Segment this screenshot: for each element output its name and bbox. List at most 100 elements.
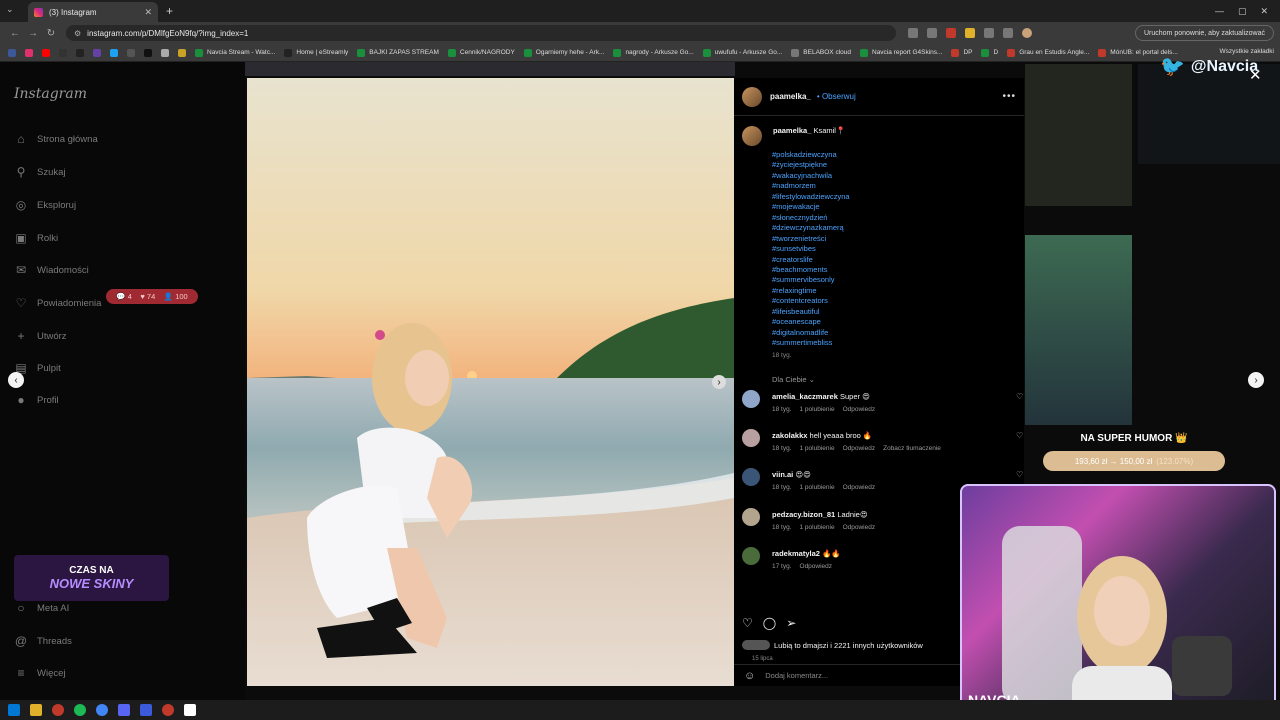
comment-like-icon[interactable]: ♡ [1016,470,1023,479]
comment-reply[interactable]: Odpowiedz [843,445,876,452]
commenter-avatar[interactable] [742,468,760,486]
minimize-icon[interactable]: — [1215,6,1224,17]
extension-icon[interactable] [946,28,956,38]
bookmark-icon[interactable] [178,48,186,57]
hashtag-link[interactable]: #lifeisbeautiful [772,307,850,317]
obs-icon[interactable] [162,704,174,716]
sidebar-item-meta-ai[interactable]: ○ Meta AI [14,601,69,615]
hashtag-link[interactable]: #tworzenietreści [772,234,850,244]
forward-icon[interactable]: → [24,28,42,39]
prev-post-arrow-icon[interactable]: ‹ [8,372,24,388]
bookmark-item[interactable]: BELABOX cloud [791,48,851,57]
next-post-arrow-icon[interactable]: › [1248,372,1264,388]
extension-icon[interactable] [927,28,937,38]
bookmark-icon[interactable] [144,48,152,57]
post-photo[interactable] [247,78,734,686]
comment-likes[interactable]: 1 polubienie [800,445,835,452]
profile-avatar-icon[interactable] [1022,28,1032,38]
bookmark-item[interactable]: Cennik/NAGRODY [447,48,515,57]
puzzle-icon[interactable] [1003,28,1013,38]
bookmark-icon[interactable] [76,48,84,57]
comment-likes[interactable]: 1 polubienie [800,406,835,413]
sidebar-item-home[interactable]: ⌂ Strona główna [14,132,97,146]
share-icon[interactable]: ➢ [786,616,796,630]
caption-username[interactable]: paamelka_ [773,126,811,135]
more-options-icon[interactable]: ••• [1002,91,1016,102]
relaunch-button[interactable]: Uruchom ponownie, aby zaktualizować [1134,25,1274,41]
opera-icon[interactable] [52,704,64,716]
tab-close-icon[interactable]: ✕ [144,7,152,18]
spotify-icon[interactable] [74,704,86,716]
site-info-icon[interactable]: ⚙ [74,29,81,38]
bookmark-icon[interactable] [25,48,33,57]
hashtag-link[interactable]: #dziewczynazkamerą [772,223,850,233]
hashtag-link[interactable]: #polskadziewczyna [772,150,850,160]
sidebar-item-avatar[interactable]: ● Profil [14,393,58,407]
capcut-icon[interactable] [184,704,196,716]
sidebar-item-threads[interactable]: @ Threads [14,634,72,648]
comment-like-icon[interactable]: ♡ [1016,392,1023,401]
extension-icon[interactable] [984,28,994,38]
comment-like-icon[interactable]: ♡ [1016,431,1023,440]
like-icon[interactable]: ♡ [742,616,753,630]
bookmark-item[interactable]: Grau en Estudis Angle... [1007,48,1089,57]
bookmark-icon[interactable] [110,48,118,57]
comment-icon[interactable]: ◯ [763,616,776,630]
comment-reply[interactable]: Odpowiedz [843,406,876,413]
start-icon[interactable] [8,704,20,716]
extension-icon[interactable] [908,28,918,38]
maximize-icon[interactable]: ▢ [1238,6,1247,17]
hashtag-link[interactable]: #lifestylowadziewczyna [772,192,850,202]
discord-icon[interactable] [118,704,130,716]
bookmark-item[interactable]: uwufufu - Arkusze Go... [702,48,782,57]
bookmark-icon[interactable] [59,48,67,57]
bookmark-item[interactable]: DP [951,48,972,57]
commenter-avatar[interactable] [742,508,760,526]
comment-reply[interactable]: Odpowiedz [843,484,876,491]
comment-reply[interactable]: Odpowiedz [800,563,833,570]
commenter-username[interactable]: amelia_kaczmarek [772,392,838,401]
sidebar-item-heart[interactable]: ♡ Powiadomienia [14,296,102,310]
bookmark-item[interactable]: D [981,48,998,57]
url-field[interactable]: ⚙ instagram.com/p/DMlfgEoN9fq/?img_index… [66,25,896,41]
commenter-avatar[interactable] [742,547,760,565]
follow-button[interactable]: • Obserwuj [817,92,856,101]
commenter-username[interactable]: pedzacy.bizon_81 [772,510,835,519]
instagram-logo[interactable]: Instagram [14,86,87,102]
hashtag-link[interactable]: #creatorslife [772,255,850,265]
commenter-username[interactable]: radekmatyla2 [772,549,820,558]
grid-thumbnail[interactable] [1025,64,1132,206]
back-icon[interactable]: ← [6,28,24,39]
emoji-icon[interactable]: ☺ [744,670,755,682]
bookmark-item[interactable]: BAJKI ZAPAS STREAM [357,48,439,57]
bookmark-icon[interactable] [161,48,169,57]
hashtag-link[interactable]: #summervibesonly [772,275,850,285]
sidebar-item-messenger[interactable]: ✉ Wiadomości [14,263,89,277]
chrome-icon[interactable] [96,704,108,716]
browser-tab[interactable]: (3) Instagram ✕ [28,2,158,22]
sidebar-item-menu[interactable]: ≡ Więcej [14,666,65,680]
comment-sort-dropdown[interactable]: Dla Ciebie ⌄ [772,375,815,384]
comment-likes[interactable]: 1 polubienie [800,524,835,531]
reload-icon[interactable]: ↻ [42,28,60,39]
hashtag-link[interactable]: #życiejestpiękne [772,160,850,170]
hashtag-link[interactable]: #oceanescape [772,317,850,327]
bookmark-item[interactable]: Home | eStreamly [284,48,348,57]
likes-summary[interactable]: Lubią to dmajszi i 2221 innych użytkowni… [742,640,923,650]
commenter-avatar[interactable] [742,429,760,447]
window-close-icon[interactable]: ✕ [1260,6,1268,17]
comment-extra[interactable]: Zobacz tłumaczenie [883,445,941,452]
app-icon[interactable] [140,704,152,716]
commenter-username[interactable]: zakolakkx [772,431,807,440]
bookmark-item[interactable]: Navcia Stream - Watc... [195,48,275,57]
bookmark-icon[interactable] [8,48,16,57]
caption-avatar[interactable] [742,126,762,146]
extension-icon[interactable] [965,28,975,38]
sidebar-item-reels[interactable]: ▣ Rolki [14,231,58,245]
author-avatar[interactable] [742,86,762,107]
new-tab-icon[interactable]: + [166,4,173,18]
hashtag-link[interactable]: #mojewakacje [772,202,850,212]
hashtag-link[interactable]: #relaxingtime [772,286,850,296]
hashtag-link[interactable]: #summertimebliss [772,338,850,348]
commenter-avatar[interactable] [742,390,760,408]
